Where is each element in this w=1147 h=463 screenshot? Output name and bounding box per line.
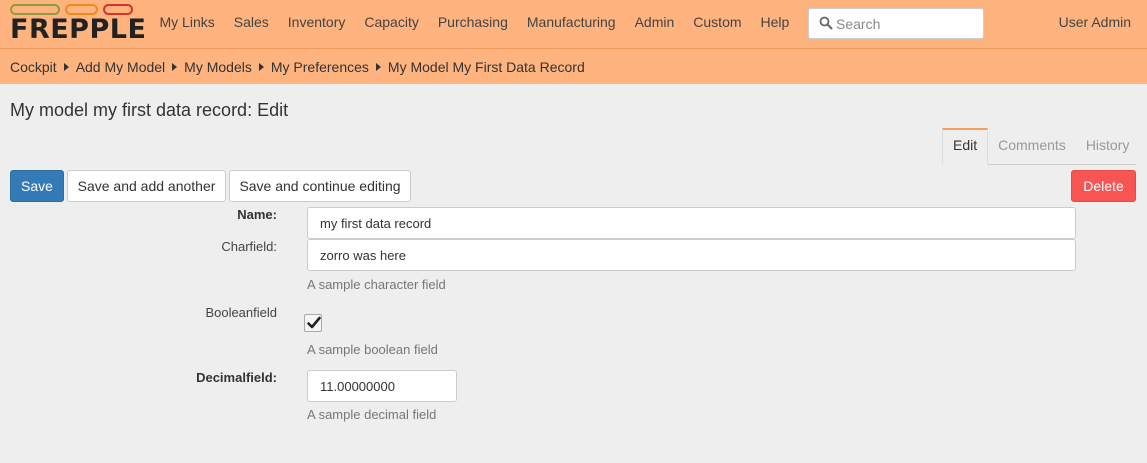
caret-right-icon [258, 62, 264, 71]
save-and-continue-button[interactable]: Save and continue editing [229, 170, 411, 202]
menu-item-admin[interactable]: Admin [625, 0, 684, 48]
menu-item-purchasing[interactable]: Purchasing [428, 0, 517, 48]
breadcrumb-my-preferences[interactable]: My Preferences [271, 59, 369, 75]
booleanfield-help: A sample boolean field [307, 342, 438, 357]
menu-item-manufacturing[interactable]: Manufacturing [517, 0, 625, 48]
tab-comments[interactable]: Comments [988, 128, 1076, 164]
charfield-label: Charfield: [221, 239, 277, 254]
breadcrumb-cockpit[interactable]: Cockpit [10, 59, 57, 75]
menu-item-help[interactable]: Help [751, 0, 799, 48]
decimalfield-field[interactable]: 11.00000000 [307, 370, 457, 402]
tab-history[interactable]: History [1076, 128, 1140, 164]
caret-right-icon [172, 62, 178, 71]
save-and-add-another-button[interactable]: Save and add another [67, 170, 226, 202]
charfield-help: A sample character field [307, 277, 446, 292]
booleanfield-label: Booleanfield [205, 305, 277, 320]
search-box [808, 8, 984, 39]
name-label: Name: [237, 207, 277, 222]
decimalfield-help: A sample decimal field [307, 407, 437, 422]
menu-item-inventory[interactable]: Inventory [278, 0, 355, 48]
caret-right-icon [375, 62, 381, 71]
main-menu: My Links Sales Inventory Capacity Purcha… [150, 0, 799, 48]
charfield-field[interactable]: zorro was here [307, 239, 1076, 271]
breadcrumb-add-my-model[interactable]: Add My Model [76, 59, 165, 75]
frepple-logo[interactable]: FREPPLE [10, 4, 146, 44]
search-icon [819, 16, 833, 30]
logo-text: FREPPLE [10, 14, 147, 45]
delete-button[interactable]: Delete [1071, 170, 1136, 202]
breadcrumb-current-record[interactable]: My Model My First Data Record [388, 59, 585, 75]
tab-edit[interactable]: Edit [942, 128, 989, 165]
breadcrumb-my-models[interactable]: My Models [184, 59, 252, 75]
user-menu[interactable]: User Admin [1059, 0, 1131, 44]
menu-item-my-links[interactable]: My Links [150, 0, 224, 48]
decimalfield-label: Decimalfield: [196, 370, 277, 385]
menu-item-capacity[interactable]: Capacity [355, 0, 428, 48]
record-tabs: Edit Comments History [942, 128, 1136, 165]
check-icon [307, 316, 321, 329]
search-input[interactable] [836, 9, 981, 38]
breadcrumb: Cockpit Add My Model My Models My Prefer… [0, 48, 1147, 84]
top-navbar: FREPPLE My Links Sales Inventory Capacit… [0, 0, 1147, 48]
page-title: My model my first data record: Edit [10, 100, 289, 120]
save-button[interactable]: Save [10, 170, 64, 202]
booleanfield-checkbox[interactable] [304, 314, 322, 332]
name-field[interactable]: my first data record [307, 207, 1076, 239]
menu-item-custom[interactable]: Custom [684, 0, 751, 48]
caret-right-icon [63, 62, 69, 71]
menu-item-sales[interactable]: Sales [224, 0, 278, 48]
